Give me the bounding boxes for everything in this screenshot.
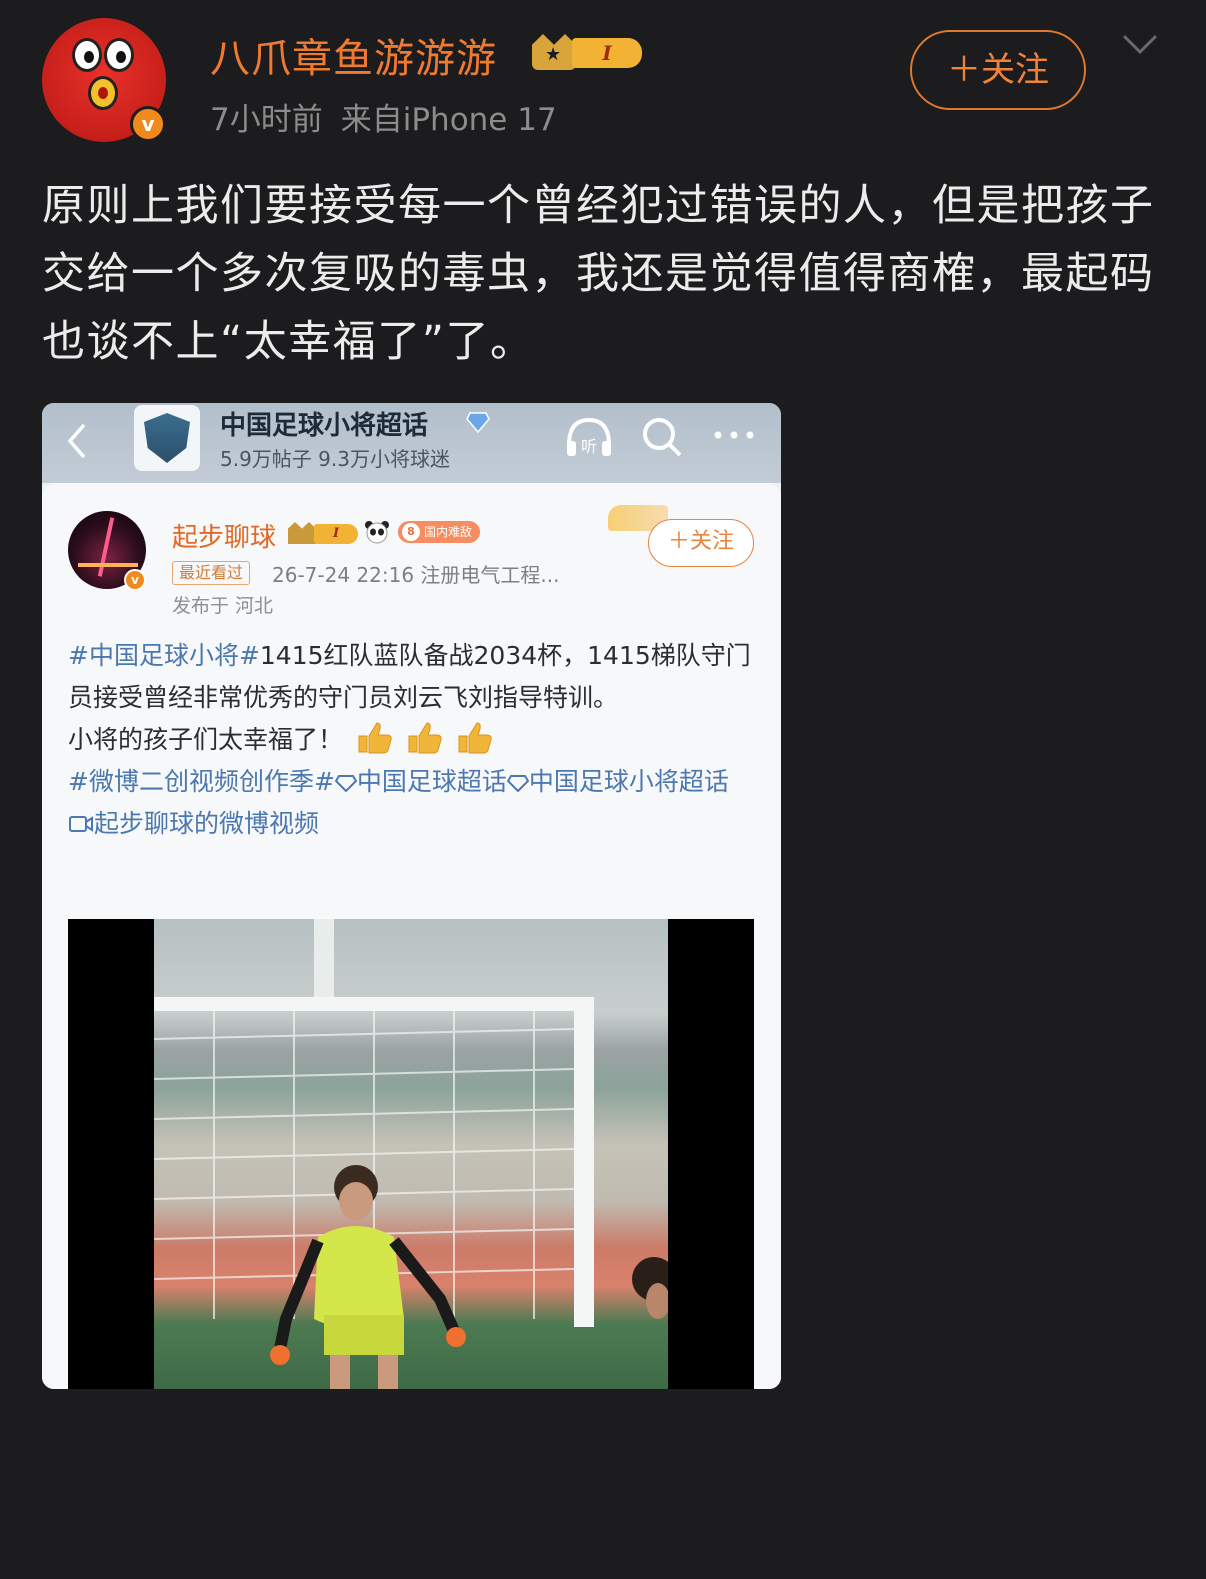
supertopic-link[interactable]: 中国足球小将超话 — [506, 767, 729, 796]
embed-topbar: 中国足球小将超话 5.9万帖子 9.3万小将球迷 听 — [42, 403, 781, 483]
diamond-icon — [506, 775, 530, 793]
diamond-icon — [334, 775, 358, 793]
supertopic-logo — [134, 405, 200, 471]
level-label: I — [572, 38, 642, 68]
card-meta: 26-7-24 22:16 注册电气工程... — [272, 563, 560, 587]
avatar-mouth — [88, 76, 118, 110]
post-card: v 起步聊球 I 国内难敌 最近看过 26-7-24 22:16 注册电气工程.… — [42, 483, 781, 1389]
panda-icon — [365, 521, 389, 544]
post-time: 7小时前 — [210, 102, 323, 138]
supertopic-link[interactable]: 中国足球超话 — [334, 767, 507, 796]
search-icon[interactable] — [640, 415, 684, 459]
thumbs-up-icon — [458, 722, 492, 754]
card-body: #中国足球小将#1415红队蓝队备战2034杯，1415梯队守门员接受曾经非常优… — [68, 635, 758, 845]
back-arrow-icon[interactable] — [62, 421, 92, 461]
card-fan-tag: 国内难敌 — [398, 521, 481, 543]
thumbs-up-icon — [408, 722, 442, 754]
supertopic-stats: 5.9万帖子 9.3万小将球迷 — [220, 447, 450, 471]
card-follow-button[interactable]: ＋关注 — [648, 519, 754, 567]
svg-text:听: 听 — [581, 437, 597, 456]
hashtag-link[interactable]: #微博二创视频创作季# — [68, 767, 335, 796]
card-body-text: 小将的孩子们太幸福了！ — [68, 725, 344, 754]
chevron-down-icon[interactable] — [1122, 26, 1158, 62]
level-badge: I — [532, 28, 644, 72]
video-player[interactable] — [68, 919, 754, 1389]
card-level-label: I — [314, 524, 358, 544]
headphones-icon[interactable]: 听 — [564, 415, 614, 459]
crown-icon — [532, 34, 576, 70]
card-verified-icon: v — [124, 569, 146, 591]
post-text: 原则上我们要接受每一个曾经犯过错误的人，但是把孩子交给一个多次复吸的毒虫，我还是… — [42, 181, 1155, 367]
thumbs-up-icon — [358, 722, 392, 754]
video-scene — [153, 919, 676, 1389]
card-location: 发布于 河北 — [172, 595, 274, 617]
crown-icon — [288, 522, 316, 544]
video-frame — [153, 919, 676, 1389]
hashtag-link[interactable]: #中国足球小将# — [68, 641, 260, 670]
author-name[interactable]: 八爪章鱼游游游 — [210, 26, 497, 84]
recent-viewed-tag: 最近看过 — [172, 561, 251, 585]
post-source: 来自iPhone 17 — [340, 102, 557, 138]
follow-button[interactable]: ＋关注 — [910, 30, 1086, 110]
video-icon — [69, 816, 93, 832]
post-meta: 7小时前 来自iPhone 17 — [210, 94, 557, 139]
card-level-badge: I — [288, 520, 360, 546]
verified-badge-icon: v — [130, 106, 166, 142]
avatar-eye — [104, 38, 134, 72]
avatar-eye — [72, 38, 102, 72]
embedded-screenshot[interactable]: 中国足球小将超话 5.9万帖子 9.3万小将球迷 听 v 起步聊球 I 8 国内… — [42, 403, 781, 1389]
more-icon[interactable] — [712, 425, 756, 445]
diamond-icon — [466, 412, 490, 433]
card-author-name[interactable]: 起步聊球 — [172, 517, 276, 554]
supertopic-title: 中国足球小将超话 — [220, 411, 429, 441]
video-link[interactable]: 起步聊球的微博视频 — [68, 809, 319, 838]
